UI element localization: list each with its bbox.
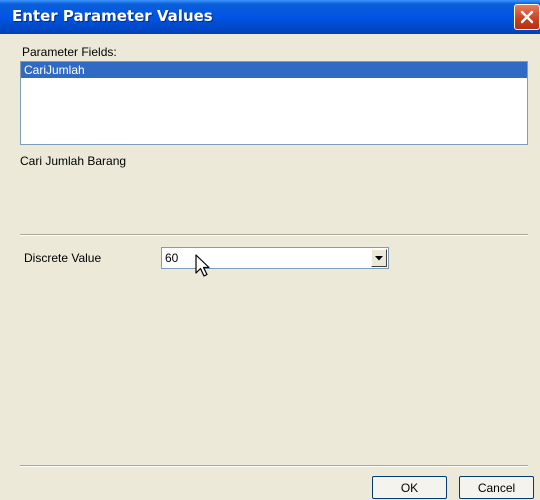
close-icon: [520, 10, 534, 24]
dropdown-button[interactable]: [371, 249, 387, 267]
ok-button[interactable]: OK: [372, 476, 447, 499]
parameter-fields-list[interactable]: CariJumlah: [20, 61, 528, 145]
list-item[interactable]: CariJumlah: [21, 62, 527, 78]
close-button[interactable]: [514, 4, 540, 30]
mouse-cursor-icon: [195, 254, 210, 277]
enter-parameter-values-dialog: Enter Parameter Values Parameter Fields:…: [0, 0, 540, 500]
dialog-title: Enter Parameter Values: [12, 7, 213, 25]
title-bar[interactable]: Enter Parameter Values: [0, 0, 540, 34]
discrete-value-label: Discrete Value: [24, 251, 102, 265]
parameter-prompt-text: Cari Jumlah Barang: [20, 154, 127, 168]
parameter-fields-label: Parameter Fields:: [22, 45, 117, 59]
separator-top: [20, 234, 528, 236]
discrete-value-input[interactable]: 60: [165, 251, 178, 265]
chevron-down-icon: [375, 256, 383, 261]
separator-bottom: [20, 465, 528, 467]
cancel-button[interactable]: Cancel: [459, 476, 534, 499]
